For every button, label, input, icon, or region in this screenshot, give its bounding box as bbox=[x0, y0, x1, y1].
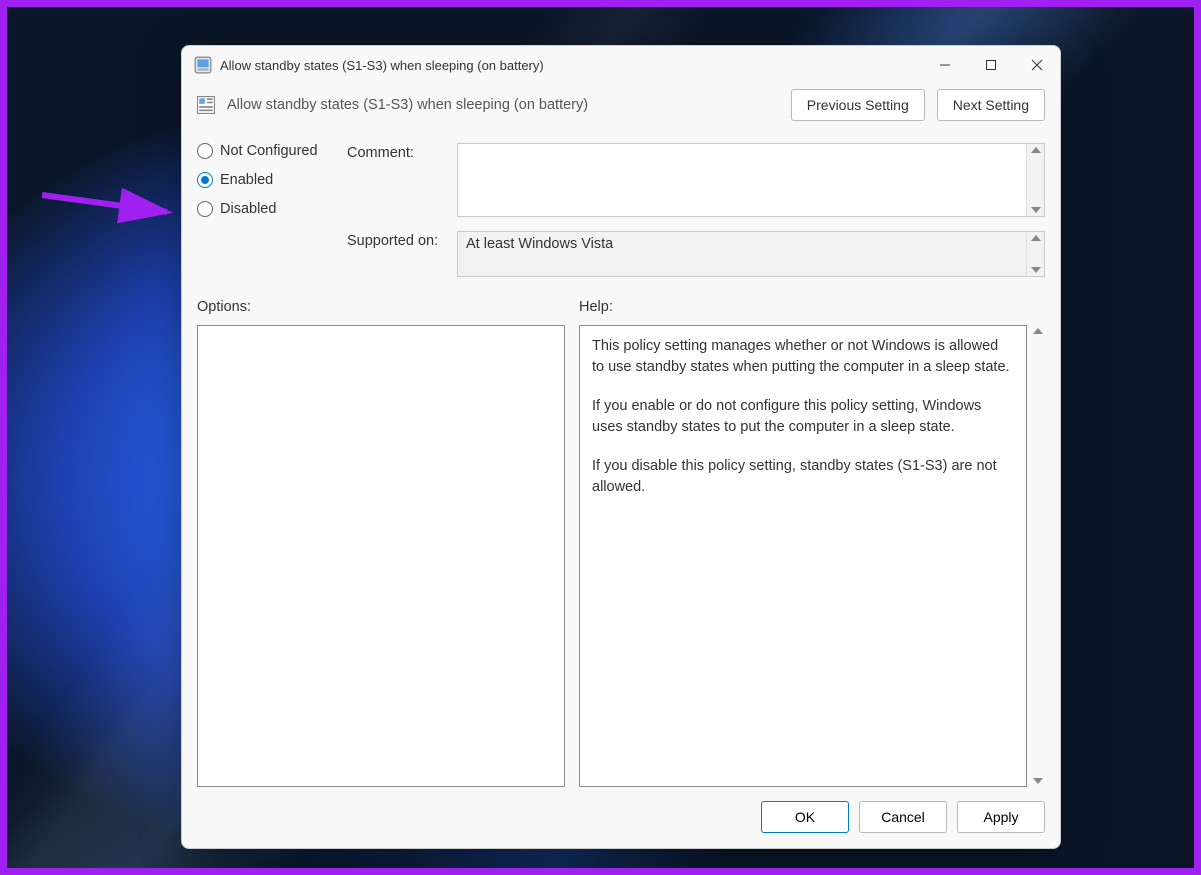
supported-on-box: At least Windows Vista bbox=[457, 231, 1045, 277]
previous-setting-button[interactable]: Previous Setting bbox=[791, 89, 925, 121]
comment-box bbox=[457, 143, 1045, 217]
policy-setting-icon bbox=[197, 96, 215, 114]
radio-icon bbox=[197, 172, 213, 188]
apply-button[interactable]: Apply bbox=[957, 801, 1045, 833]
close-button[interactable] bbox=[1014, 46, 1060, 84]
radio-icon bbox=[197, 143, 213, 159]
comment-scrollbar bbox=[1026, 144, 1044, 216]
supported-scrollbar bbox=[1026, 232, 1044, 276]
scroll-up-icon[interactable] bbox=[1031, 147, 1041, 153]
window-title: Allow standby states (S1-S3) when sleepi… bbox=[220, 58, 922, 73]
supported-on-text: At least Windows Vista bbox=[458, 232, 1026, 276]
titlebar: Allow standby states (S1-S3) when sleepi… bbox=[182, 46, 1060, 84]
comment-label: Comment: bbox=[347, 143, 457, 161]
radio-label: Enabled bbox=[220, 172, 273, 188]
cancel-button[interactable]: Cancel bbox=[859, 801, 947, 833]
radio-not-configured[interactable]: Not Configured bbox=[197, 143, 347, 159]
policy-editor-window: Allow standby states (S1-S3) when sleepi… bbox=[181, 45, 1061, 849]
options-panel bbox=[197, 325, 565, 787]
scroll-up-icon[interactable] bbox=[1031, 235, 1041, 241]
supported-label: Supported on: bbox=[347, 231, 457, 249]
maximize-button[interactable] bbox=[968, 46, 1014, 84]
scroll-down-icon[interactable] bbox=[1031, 267, 1041, 273]
radio-label: Disabled bbox=[220, 201, 276, 217]
help-text: This policy setting manages whether or n… bbox=[592, 336, 1014, 378]
desktop-wallpaper: Allow standby states (S1-S3) when sleepi… bbox=[7, 7, 1194, 868]
help-scrollbar bbox=[1027, 325, 1045, 787]
policy-header: Allow standby states (S1-S3) when sleepi… bbox=[182, 84, 1060, 133]
dialog-buttons: OK Cancel Apply bbox=[197, 787, 1045, 833]
help-panel: This policy setting manages whether or n… bbox=[579, 325, 1027, 787]
radio-enabled[interactable]: Enabled bbox=[197, 172, 347, 188]
ok-button[interactable]: OK bbox=[761, 801, 849, 833]
annotation-arrow-icon bbox=[37, 167, 177, 227]
radio-disabled[interactable]: Disabled bbox=[197, 201, 347, 217]
scroll-down-icon[interactable] bbox=[1033, 778, 1043, 784]
radio-icon bbox=[197, 201, 213, 217]
policy-name: Allow standby states (S1-S3) when sleepi… bbox=[227, 97, 779, 113]
help-text: If you enable or do not configure this p… bbox=[592, 396, 1014, 438]
help-text: If you disable this policy setting, stan… bbox=[592, 456, 1014, 498]
scroll-down-icon[interactable] bbox=[1031, 207, 1041, 213]
state-radio-group: Not Configured Enabled Disabled bbox=[197, 143, 347, 277]
help-label: Help: bbox=[579, 299, 613, 315]
comment-input[interactable] bbox=[458, 144, 1026, 216]
options-label: Options: bbox=[197, 299, 579, 315]
scroll-up-icon[interactable] bbox=[1033, 328, 1043, 334]
minimize-button[interactable] bbox=[922, 46, 968, 84]
policy-icon bbox=[194, 56, 212, 74]
next-setting-button[interactable]: Next Setting bbox=[937, 89, 1045, 121]
radio-label: Not Configured bbox=[220, 143, 318, 159]
